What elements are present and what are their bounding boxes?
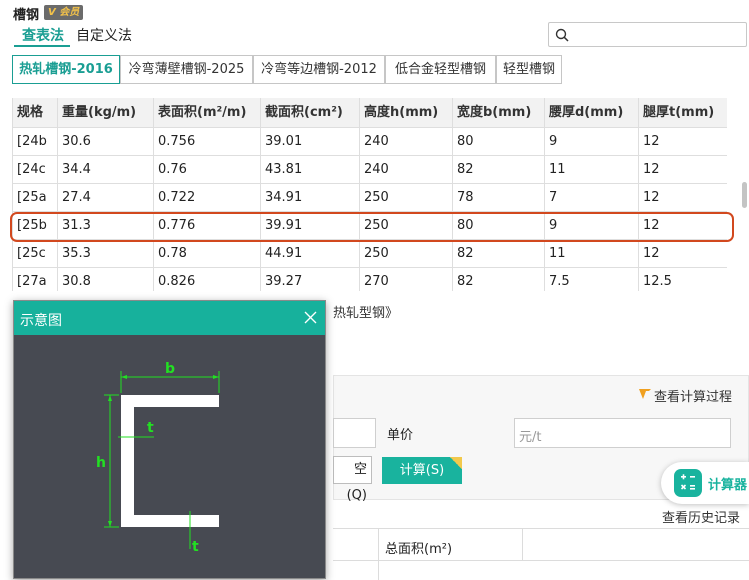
table-cell: 7	[545, 184, 639, 212]
table-cell: 30.8	[58, 268, 154, 291]
table-cell: 34.91	[261, 184, 360, 212]
column-header: 腿厚t(mm)	[639, 98, 727, 128]
table-cell: 7.5	[545, 268, 639, 291]
table-cell: [25c	[13, 240, 58, 268]
price-label: 单价	[387, 428, 414, 443]
table-row[interactable]: [24c 34.4 0.76 43.81 240 82 11 12	[13, 156, 727, 184]
table-cell: [27a	[13, 268, 58, 291]
table-cell: 0.722	[154, 184, 261, 212]
type-tab-low-alloy[interactable]: 低合金轻型槽钢	[385, 55, 496, 84]
calculator-label: 计算器	[708, 478, 748, 493]
table-cell: 82	[453, 268, 545, 291]
table-row[interactable]: [25c 35.3 0.78 44.91 250 82 11 12	[13, 240, 727, 268]
channel-shape	[121, 395, 219, 527]
clear-button[interactable]: 空(Q)	[333, 456, 372, 503]
table-header: 规格 重量(kg/m) 表面积(m²/m) 截面积(cm²) 高度h(mm) 宽…	[13, 98, 727, 128]
table-cell: 0.826	[154, 268, 261, 291]
table-cell: 80	[453, 128, 545, 156]
table-cell: 12	[639, 156, 727, 184]
search-input[interactable]	[548, 22, 747, 47]
table-cell: 82	[453, 156, 545, 184]
type-tab-light[interactable]: 轻型槽钢	[496, 55, 562, 84]
table-row[interactable]: [27a 30.8 0.826 39.27 270 82 7.5 12.5	[13, 268, 727, 291]
table-cell: [24b	[13, 128, 58, 156]
tab-lookup[interactable]: 查表法	[22, 25, 64, 45]
history-link[interactable]: 查看历史记录	[662, 507, 740, 526]
channel-section-diagram: b h t t	[96, 361, 220, 555]
table-cell: 9	[545, 128, 639, 156]
table-cell: 250	[360, 184, 453, 212]
table-cell: 11	[545, 240, 639, 268]
price-input[interactable]: 元/t	[514, 418, 731, 448]
table-cell: 44.91	[261, 240, 360, 268]
column-header: 表面积(m²/m)	[154, 98, 261, 128]
table-cell: [24c	[13, 156, 58, 184]
view-process-link[interactable]: 查看计算过程	[654, 386, 732, 405]
table-cell: 30.6	[58, 128, 154, 156]
spec-table: 规格 重量(kg/m) 表面积(m²/m) 截面积(cm²) 高度h(mm) 宽…	[12, 98, 727, 291]
column-header: 高度h(mm)	[360, 98, 453, 128]
table-cell: 11	[545, 156, 639, 184]
standard-note: 热轧型钢》	[333, 306, 399, 321]
table-cell: 12	[639, 128, 727, 156]
divider	[522, 528, 523, 560]
table-cell: 12.5	[639, 268, 727, 291]
type-tab-cold-equal[interactable]: 冷弯等边槽钢-2012	[253, 55, 385, 84]
calculator-icon	[674, 469, 702, 497]
table-cell: 78	[453, 184, 545, 212]
table-cell: 240	[360, 156, 453, 184]
active-tab-indicator	[14, 45, 70, 47]
column-header: 规格	[13, 98, 58, 128]
table-cell: 82	[453, 240, 545, 268]
divider	[333, 528, 749, 529]
total-area-label: 总面积(m²)	[385, 542, 453, 557]
type-tab-cold-thin[interactable]: 冷弯薄壁槽钢-2025	[120, 55, 253, 84]
table-row[interactable]: [24b 30.6 0.756 39.01 240 80 9 12	[13, 128, 727, 156]
dim-label-b: b	[165, 361, 175, 377]
column-header: 宽度b(mm)	[453, 98, 545, 128]
table-cell: 12	[639, 240, 727, 268]
table-cell: 34.4	[58, 156, 154, 184]
table-cell: 43.81	[261, 156, 360, 184]
table-cell: 270	[360, 268, 453, 291]
table-cell: 27.4	[58, 184, 154, 212]
table-cell: 39.01	[261, 128, 360, 156]
selected-row-highlight	[10, 212, 734, 242]
table-cell: [25a	[13, 184, 58, 212]
divider	[333, 560, 749, 561]
popup-titlebar[interactable]: 示意图	[14, 301, 325, 335]
popup-title: 示意图	[20, 313, 62, 329]
search-icon	[555, 28, 569, 42]
divider	[378, 528, 379, 580]
vip-badge: V 会员	[44, 5, 84, 20]
quantity-input[interactable]	[333, 418, 376, 448]
close-icon[interactable]	[304, 311, 317, 324]
dim-label-t-flange: t	[192, 539, 199, 555]
column-header: 腰厚d(mm)	[545, 98, 639, 128]
table-cell: 0.78	[154, 240, 261, 268]
table-row[interactable]: [25a 27.4 0.722 34.91 250 78 7 12	[13, 184, 727, 212]
table-cell: 12	[639, 184, 727, 212]
dim-label-t-web: t	[147, 420, 154, 436]
type-tab-hot-rolled[interactable]: 热轧槽钢-2016	[12, 55, 120, 84]
diagram-popup[interactable]: 示意图 b h t t	[13, 300, 326, 579]
vip-corner-icon	[450, 457, 462, 469]
table-cell: 240	[360, 128, 453, 156]
vip-process-icon	[639, 389, 651, 399]
tab-custom[interactable]: 自定义法	[76, 25, 132, 45]
page-title: 槽钢	[13, 8, 40, 23]
table-cell: 39.27	[261, 268, 360, 291]
table-cell: 0.756	[154, 128, 261, 156]
table-cell: 250	[360, 240, 453, 268]
app-window: 槽钢 V 会员 查表法 自定义法 热轧槽钢-2016 冷弯薄壁槽钢-2025 冷…	[0, 0, 749, 580]
column-header: 重量(kg/m)	[58, 98, 154, 128]
dim-label-h: h	[96, 455, 106, 471]
table-cell: 35.3	[58, 240, 154, 268]
column-header: 截面积(cm²)	[261, 98, 360, 128]
table-scrollbar[interactable]	[742, 182, 747, 208]
table-cell: 0.76	[154, 156, 261, 184]
